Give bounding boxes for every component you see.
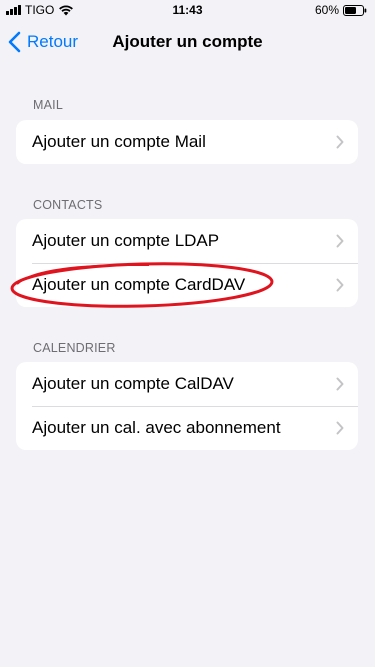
chevron-right-icon [336,377,344,391]
section-header-contacts: CONTACTS [33,198,103,212]
page-title: Ajouter un compte [112,32,263,51]
status-right: 60% [315,3,367,17]
group-calendar: Ajouter un compte CalDAV Ajouter un cal.… [16,362,358,450]
navigation-bar: Retour Ajouter un compte [0,20,375,64]
row-label: Ajouter un compte CardDAV [32,275,246,294]
row-label: Ajouter un cal. avec abonnement [32,418,281,437]
row-add-mail-account[interactable]: Ajouter un compte Mail [16,120,358,164]
row-add-subscribed-calendar[interactable]: Ajouter un cal. avec abonnement [16,406,358,450]
row-label: Ajouter un compte CalDAV [32,374,234,393]
chevron-right-icon [336,421,344,435]
row-label: Ajouter un compte LDAP [32,231,220,250]
status-bar: TIGO 11:43 60% [0,0,375,20]
row-add-caldav-account[interactable]: Ajouter un compte CalDAV [16,362,358,406]
chevron-right-icon [336,234,344,248]
row-label: Ajouter un compte Mail [32,132,206,151]
group-contacts: Ajouter un compte LDAP Ajouter un compte… [16,219,358,307]
row-add-ldap-account[interactable]: Ajouter un compte LDAP [16,219,358,263]
battery-percentage: 60% [314,3,339,17]
section-header-mail: MAIL [33,98,63,112]
section-header-calendar: CALENDRIER [33,341,116,355]
chevron-right-icon [336,135,344,149]
chevron-right-icon [336,278,344,292]
group-mail: Ajouter un compte Mail [16,120,358,164]
row-add-carddav-account[interactable]: Ajouter un compte CardDAV [16,263,358,307]
battery-icon [343,4,367,16]
